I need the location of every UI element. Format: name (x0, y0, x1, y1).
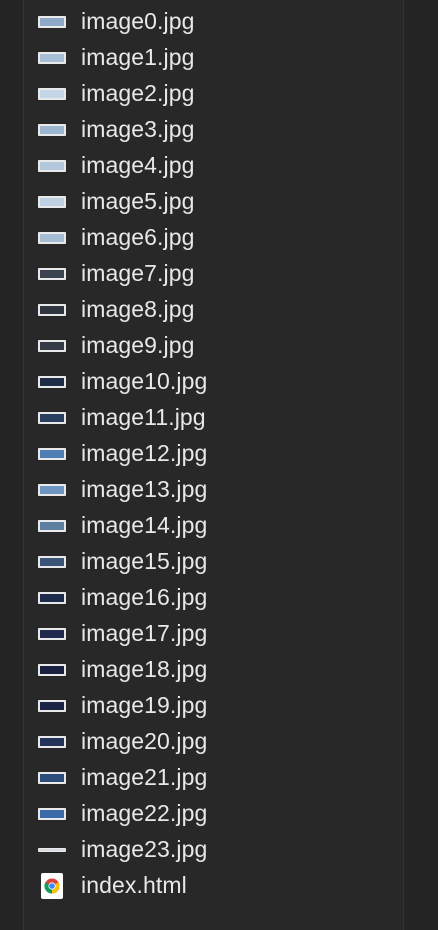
file-name: image13.jpg (81, 475, 208, 502)
file-item[interactable]: image4.jpg (24, 148, 403, 184)
file-item[interactable]: image14.jpg (24, 508, 403, 544)
file-name: image1.jpg (81, 43, 195, 70)
file-item[interactable]: image5.jpg (24, 184, 403, 220)
file-item[interactable]: image18.jpg (24, 652, 403, 688)
file-item[interactable]: image21.jpg (24, 760, 403, 796)
image-file-icon (38, 484, 66, 496)
file-item[interactable]: image6.jpg (24, 220, 403, 256)
image-file-icon (38, 340, 66, 352)
file-name: image9.jpg (81, 331, 195, 358)
image-file-icon (38, 52, 66, 64)
image-file-icon (38, 628, 66, 640)
file-name: image8.jpg (81, 295, 195, 322)
image-file-icon (38, 376, 66, 388)
image-file-icon (38, 808, 66, 820)
image-file-icon (38, 664, 66, 676)
file-item[interactable]: image16.jpg (24, 580, 403, 616)
file-item[interactable]: image2.jpg (24, 76, 403, 112)
image-file-icon (38, 520, 66, 532)
image-file-icon (38, 848, 66, 852)
image-file-icon (38, 88, 66, 100)
file-name: index.html (81, 871, 187, 898)
file-list: image0.jpg image1.jpg image2.jpg image3.jpg… (24, 4, 403, 904)
chrome-icon (41, 873, 63, 899)
file-item[interactable]: image23.jpg (24, 832, 403, 868)
file-item[interactable]: image10.jpg (24, 364, 403, 400)
image-file-icon (38, 304, 66, 316)
image-file-icon (38, 412, 66, 424)
file-item[interactable]: image11.jpg (24, 400, 403, 436)
file-name: image12.jpg (81, 439, 208, 466)
file-name: image23.jpg (81, 835, 208, 862)
image-file-icon (38, 772, 66, 784)
file-name: image4.jpg (81, 151, 195, 178)
file-name: image20.jpg (81, 727, 208, 754)
image-file-icon (38, 160, 66, 172)
file-name: image7.jpg (81, 259, 195, 286)
file-name: image5.jpg (81, 187, 195, 214)
file-name: image14.jpg (81, 511, 208, 538)
file-name: image0.jpg (81, 7, 195, 34)
image-file-icon (38, 700, 66, 712)
file-name: image16.jpg (81, 583, 208, 610)
file-item[interactable]: image7.jpg (24, 256, 403, 292)
image-file-icon (38, 268, 66, 280)
file-name: image19.jpg (81, 691, 208, 718)
image-file-icon (38, 16, 66, 28)
file-item[interactable]: image0.jpg (24, 4, 403, 40)
file-item[interactable]: image12.jpg (24, 436, 403, 472)
file-item[interactable]: image13.jpg (24, 472, 403, 508)
file-item[interactable]: index.html (24, 868, 403, 904)
file-name: image2.jpg (81, 79, 195, 106)
file-name: image22.jpg (81, 799, 208, 826)
file-tree-pane: image0.jpg image1.jpg image2.jpg image3.jpg… (23, 0, 404, 930)
file-name: image11.jpg (81, 403, 206, 430)
image-file-icon (38, 556, 66, 568)
file-item[interactable]: image9.jpg (24, 328, 403, 364)
image-file-icon (38, 736, 66, 748)
file-item[interactable]: image3.jpg (24, 112, 403, 148)
image-file-icon (38, 124, 66, 136)
file-name: image18.jpg (81, 655, 208, 682)
image-file-icon (38, 232, 66, 244)
file-name: image17.jpg (81, 619, 208, 646)
file-item[interactable]: image8.jpg (24, 292, 403, 328)
file-name: image15.jpg (81, 547, 208, 574)
image-file-icon (38, 592, 66, 604)
file-item[interactable]: image19.jpg (24, 688, 403, 724)
file-name: image10.jpg (81, 367, 208, 394)
file-name: image21.jpg (81, 763, 208, 790)
file-item[interactable]: image15.jpg (24, 544, 403, 580)
file-name: image3.jpg (81, 115, 195, 142)
file-item[interactable]: image1.jpg (24, 40, 403, 76)
file-item[interactable]: image17.jpg (24, 616, 403, 652)
image-file-icon (38, 448, 66, 460)
image-file-icon (38, 196, 66, 208)
file-item[interactable]: image20.jpg (24, 724, 403, 760)
file-name: image6.jpg (81, 223, 195, 250)
file-item[interactable]: image22.jpg (24, 796, 403, 832)
